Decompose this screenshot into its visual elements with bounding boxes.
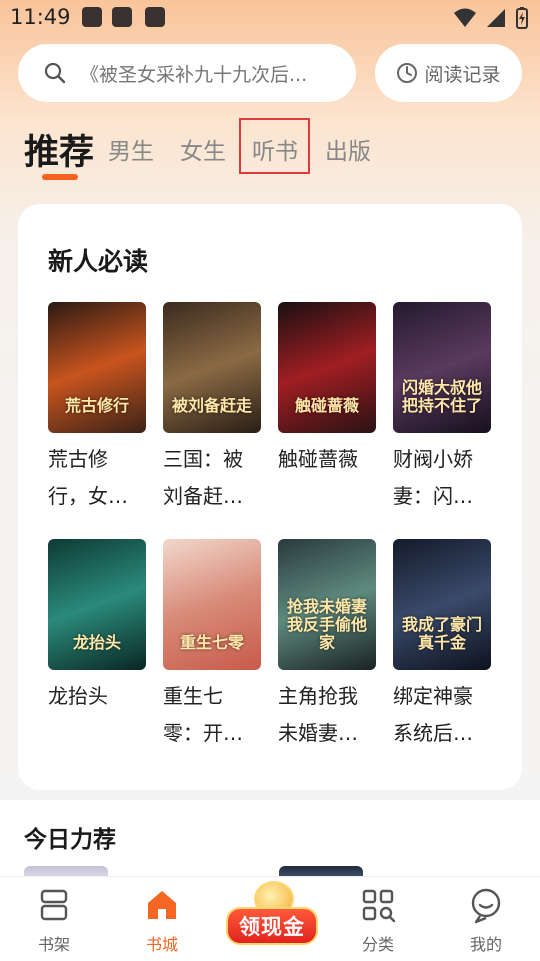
book-title[interactable]: 重生七零：开局被悔婚: [163, 678, 261, 752]
book-item[interactable]: 重生七零 重生七零：开局被悔婚: [163, 539, 261, 752]
nav-cash-reward[interactable]: 领现金: [226, 877, 318, 957]
section-title: 今日力荐: [24, 827, 116, 853]
nav-bookshelf[interactable]: 书架: [14, 885, 94, 955]
app-notification-icon: [112, 7, 132, 27]
nav-label: 我的: [469, 935, 502, 954]
nav-label: 分类: [361, 935, 394, 954]
bookshelf-icon: [40, 889, 68, 921]
book-title[interactable]: 龙抬头: [48, 678, 146, 715]
book-title[interactable]: 荒古修行，女帝竟求我为师: [48, 441, 146, 515]
profile-icon: [471, 888, 501, 924]
cover-title: 被刘备赶走: [171, 396, 252, 415]
book-cover[interactable]: 被刘备赶走: [163, 302, 261, 433]
book-item[interactable]: 抢我未婚妻我反手偷他家 主角抢我未婚妻，我反手偷他家: [278, 539, 376, 752]
book-title[interactable]: 主角抢我未婚妻，我反手偷他家: [278, 678, 376, 752]
new-reader-card: 新人必读 荒古修行 荒古修行，女帝竟求我为师 被刘备赶走 三国：被刘备赶出门外 …: [18, 204, 522, 790]
book-cover[interactable]: 龙抬头: [48, 539, 146, 670]
clock-icon: [397, 63, 418, 83]
book-cover[interactable]: 触碰蔷薇: [278, 302, 376, 433]
app-notification-icon: [145, 7, 165, 27]
bottom-nav: 书架 书城 领现金 分类 我的: [0, 876, 540, 961]
active-tab-indicator: [42, 174, 78, 180]
cover-title: 重生七零: [179, 633, 244, 652]
book-item[interactable]: 触碰蔷薇 触碰蔷薇: [278, 302, 376, 478]
category-icon: [362, 889, 396, 923]
cover-title: 龙抬头: [72, 633, 121, 652]
tab-male[interactable]: 男生: [108, 132, 154, 166]
battery-icon: [516, 7, 528, 29]
cover-title: 我成了豪门真千金: [401, 615, 482, 652]
book-item[interactable]: 被刘备赶走 三国：被刘备赶出门外: [163, 302, 261, 515]
tab-recommend[interactable]: 推荐: [24, 124, 94, 175]
tab-publishing[interactable]: 出版: [325, 132, 371, 166]
wifi-icon: [454, 8, 476, 27]
book-title[interactable]: 触碰蔷薇: [278, 441, 376, 478]
book-cover[interactable]: 闪婚大叔他把持不住了: [393, 302, 491, 433]
search-icon: [44, 62, 66, 84]
book-title[interactable]: 财阀小娇妻：闪婚后大叔他把持不住了: [393, 441, 491, 515]
search-placeholder: 《被圣女采补九十九次后...: [80, 63, 308, 86]
tab-female[interactable]: 女生: [180, 132, 226, 166]
tab-highlight-box: [239, 118, 310, 174]
signal-icon: [487, 9, 505, 27]
nav-label: 领现金: [226, 907, 318, 945]
book-item[interactable]: 龙抬头 龙抬头: [48, 539, 146, 715]
cover-title: 触碰蔷薇: [294, 396, 359, 415]
book-cover[interactable]: 我成了豪门真千金: [393, 539, 491, 670]
book-item[interactable]: 我成了豪门真千金 绑定神豪系统后我成了豪门真千金: [393, 539, 491, 752]
book-item[interactable]: 闪婚大叔他把持不住了 财阀小娇妻：闪婚后大叔他把持不住了: [393, 302, 491, 515]
cover-title: 闪婚大叔他把持不住了: [401, 378, 482, 415]
book-title[interactable]: 绑定神豪系统后我成了豪门真千金: [393, 678, 491, 752]
status-indicators: [454, 7, 528, 29]
cover-title: 抢我未婚妻我反手偷他家: [286, 597, 367, 652]
gallery-notification-icon: [82, 7, 102, 27]
book-title[interactable]: 三国：被刘备赶出门外: [163, 441, 261, 515]
book-cover[interactable]: 抢我未婚妻我反手偷他家: [278, 539, 376, 670]
nav-label: 书架: [37, 935, 70, 954]
book-cover[interactable]: 重生七零: [163, 539, 261, 670]
search-input[interactable]: 《被圣女采补九十九次后...: [18, 44, 356, 102]
today-recommend-section: 今日力荐: [0, 800, 540, 880]
nav-category[interactable]: 分类: [338, 885, 418, 955]
channel-tabs: 推荐 男生 女生 听书 出版: [0, 118, 540, 188]
store-icon: [148, 891, 176, 919]
reading-history-button[interactable]: 阅读记录: [375, 44, 522, 102]
status-time: 11:49: [10, 5, 71, 29]
nav-label: 书城: [145, 935, 178, 954]
book-item[interactable]: 荒古修行 荒古修行，女帝竟求我为师: [48, 302, 146, 515]
nav-bookstore[interactable]: 书城: [122, 885, 202, 955]
book-cover[interactable]: 荒古修行: [48, 302, 146, 433]
reading-history-label: 阅读记录: [424, 63, 501, 86]
status-bar: 11:49: [0, 0, 540, 40]
section-title: 新人必读: [48, 247, 149, 276]
cover-title: 荒古修行: [64, 396, 129, 415]
nav-profile[interactable]: 我的: [446, 885, 526, 955]
